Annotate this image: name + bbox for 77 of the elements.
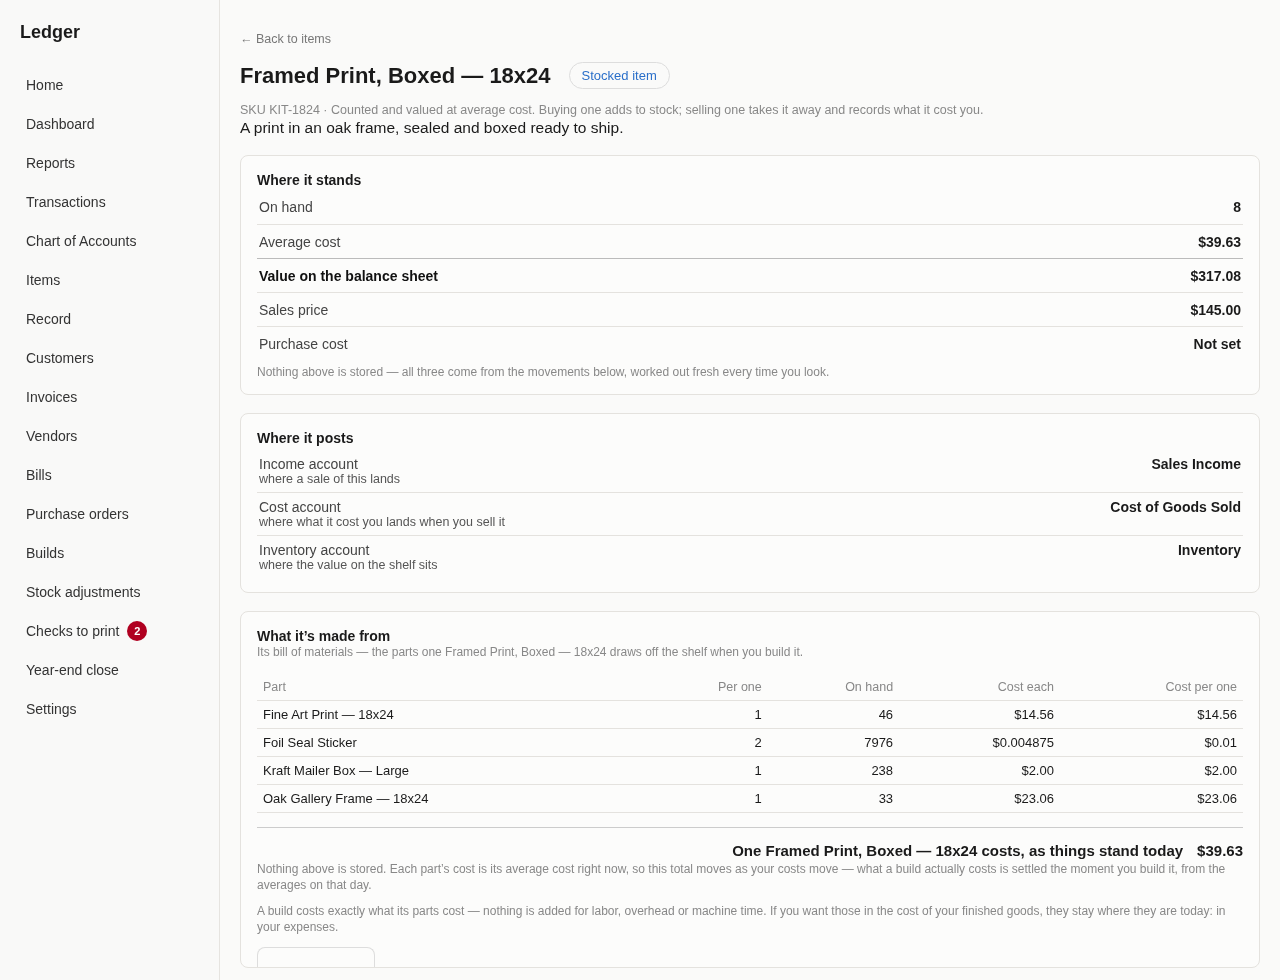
card-title: Where it posts: [257, 430, 355, 446]
table-cell: $23.06: [899, 784, 1060, 813]
table-cell: 2: [645, 728, 768, 757]
row-value: $317.08: [1190, 267, 1241, 284]
table-cell: 46: [767, 700, 900, 729]
sidebar-item[interactable]: Purchase orders: [20, 494, 199, 533]
card-subtitle: Its bill of materials — the parts one Framed Print, Boxed — 18x24 draws off the shelf when you build it.: [257, 644, 805, 660]
total-label: One Framed Print, Boxed — 18x24 costs, as things stand today: [732, 842, 1184, 859]
table-cell: $0.01: [1059, 728, 1243, 757]
column-header: Cost per one: [1059, 674, 1243, 701]
card-note: A build costs exactly what its parts cost — nothing is added for labor, overhead or machine time. If you want those in the cost of your finished goods, they stay where they are today: in your expenses.: [257, 903, 1227, 935]
column-header: Part: [257, 674, 646, 701]
account-label: Inventory account: [259, 542, 370, 558]
sidebar-item[interactable]: Checks to print 2: [20, 611, 199, 650]
account-value: Sales Income: [1151, 456, 1241, 474]
page-title: Framed Print, Boxed — 18x24: [240, 62, 551, 89]
table-cell: $14.56: [1059, 700, 1243, 729]
sidebar-item[interactable]: Home: [20, 65, 199, 104]
sidebar-item[interactable]: Record: [20, 299, 199, 338]
sidebar-item[interactable]: Chart of Accounts: [20, 221, 199, 260]
row-value: Not set: [1193, 335, 1241, 352]
row-label: Value on the balance sheet: [259, 267, 438, 284]
row-label: Purchase cost: [259, 335, 348, 352]
column-header: Per one: [645, 674, 768, 701]
account-label: Income account: [259, 456, 358, 472]
account-value: Inventory: [1178, 542, 1241, 560]
account-value: Cost of Goods Sold: [1110, 499, 1241, 517]
row-value: 8: [1233, 199, 1241, 215]
table-cell: 7976: [767, 728, 900, 757]
sidebar-item[interactable]: Bills: [20, 455, 199, 494]
sidebar-item[interactable]: Invoices: [20, 377, 199, 416]
table-cell: 33: [767, 784, 900, 813]
card-note: Nothing above is stored — all three come from the movements below, worked out fresh every time you look.: [257, 364, 831, 380]
row-label: Average cost: [259, 233, 341, 250]
account-hint: where a sale of this lands: [259, 472, 401, 486]
account-hint: where the value on the shelf sits: [259, 558, 438, 572]
sidebar-item[interactable]: Customers: [20, 338, 199, 377]
table-cell: $0.004875: [899, 728, 1060, 757]
table-cell: $23.06: [1059, 784, 1243, 813]
table-cell: Oak Gallery Frame — 18x24: [257, 784, 646, 813]
row-label: Sales price: [259, 301, 329, 318]
sidebar-item[interactable]: Builds: [20, 533, 199, 572]
sidebar-item[interactable]: Year-end close: [20, 650, 199, 689]
account-label: Cost account: [259, 499, 341, 515]
table-cell: 238: [767, 756, 900, 785]
total-value: $39.63: [1197, 842, 1243, 859]
count-badge: 2: [127, 620, 148, 641]
sidebar-item[interactable]: Reports: [20, 143, 199, 182]
table-cell: Kraft Mailer Box — Large: [257, 756, 646, 785]
column-header: Cost each: [899, 674, 1060, 701]
sidebar-item[interactable]: Transactions: [20, 182, 199, 221]
sidebar-item[interactable]: Vendors: [20, 416, 199, 455]
table-cell: 1: [645, 784, 768, 813]
cut-off-button[interactable]: [257, 947, 375, 967]
card-note: Nothing above is stored. Each part’s cost is its average cost right now, so this total moves as your costs move — what a build actually costs is settled the moment you build it, from the averages on that day.: [257, 861, 1227, 893]
table-cell: Fine Art Print — 18x24: [257, 700, 646, 729]
row-value: $145.00: [1190, 301, 1241, 318]
card-title: What it’s made from: [257, 628, 392, 644]
row-value: $39.63: [1198, 233, 1241, 250]
table-cell: $2.00: [1059, 756, 1243, 785]
table-cell: 1: [645, 700, 768, 729]
item-description: A print in an oak frame, sealed and boxed ready to ship.: [240, 119, 625, 137]
sidebar-item[interactable]: Items: [20, 260, 199, 299]
table-cell: 1: [645, 756, 768, 785]
item-meta: SKU KIT-1824 · Counted and valued at average cost. Buying one adds to stock; selling one takes it away and records what it cost you.: [240, 103, 985, 117]
sidebar-item[interactable]: Settings: [20, 689, 199, 728]
back-link[interactable]: ← Back to items: [240, 32, 331, 46]
account-hint: where what it cost you lands when you sell it: [259, 515, 505, 529]
table-cell: $14.56: [899, 700, 1060, 729]
table-cell: Foil Seal Sticker: [257, 728, 646, 757]
card-title: Where it stands: [257, 172, 363, 188]
sidebar-item[interactable]: Stock adjustments: [20, 572, 199, 611]
row-label: On hand: [259, 199, 313, 215]
table-cell: $2.00: [899, 756, 1060, 785]
app-logo: Ledger: [20, 22, 81, 43]
sidebar-item[interactable]: Dashboard: [20, 104, 199, 143]
column-header: On hand: [767, 674, 900, 701]
